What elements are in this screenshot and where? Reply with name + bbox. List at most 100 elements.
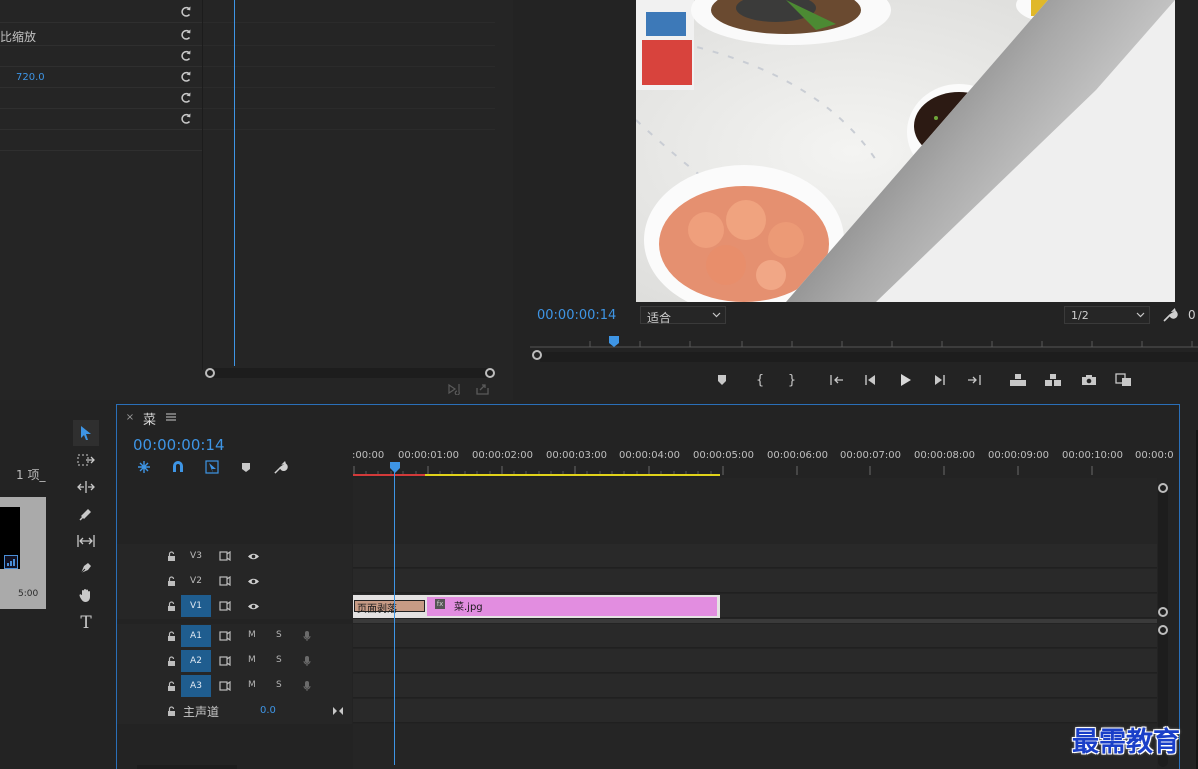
mark-out-icon[interactable]: } (784, 372, 800, 388)
microphone-icon[interactable] (301, 679, 313, 693)
reset-icon[interactable] (178, 48, 194, 64)
effect-property-row[interactable]: 720.0 (0, 67, 202, 88)
microphone-icon[interactable] (301, 654, 313, 668)
master-volume-value[interactable]: 0.0 (260, 705, 276, 716)
track-target-a3[interactable]: A3 (181, 675, 211, 697)
go-to-end-icon[interactable] (331, 704, 345, 718)
snap-magnet-icon[interactable] (169, 459, 187, 475)
horizontal-scrollbar[interactable] (137, 765, 237, 769)
panel-menu-icon[interactable] (165, 412, 177, 422)
lift-icon[interactable] (1008, 372, 1028, 388)
video-audio-divider[interactable] (353, 619, 1157, 623)
effect-property-row[interactable] (0, 2, 202, 23)
track-v2-lane[interactable] (353, 569, 1157, 593)
solo-button[interactable]: S (276, 655, 282, 665)
solo-button[interactable]: S (276, 630, 282, 640)
go-to-out-icon[interactable] (965, 372, 983, 388)
scroll-handle[interactable] (1158, 483, 1168, 493)
eye-icon[interactable] (245, 599, 261, 613)
close-tab-icon[interactable]: × (125, 413, 135, 423)
reset-icon[interactable] (178, 90, 194, 106)
reset-icon[interactable] (178, 27, 194, 43)
step-back-icon[interactable] (862, 372, 878, 388)
track-a1-lane[interactable] (353, 624, 1157, 648)
master-track-lane[interactable] (353, 699, 1157, 723)
effect-property-row[interactable] (0, 88, 202, 109)
effect-property-row[interactable] (0, 46, 202, 67)
program-timecode[interactable]: 00:00:00:14 (537, 308, 616, 323)
sync-lock-icon[interactable] (217, 549, 233, 563)
program-zoom-handle[interactable] (532, 350, 542, 360)
image-clip[interactable]: fx 菜.jpg (427, 597, 717, 616)
microphone-icon[interactable] (301, 629, 313, 643)
razor-tool-icon[interactable] (75, 504, 97, 524)
video-tracks-scrollbar[interactable] (1158, 485, 1168, 613)
extract-icon[interactable] (1043, 372, 1063, 388)
mute-button[interactable]: M (248, 655, 256, 665)
lock-icon[interactable] (165, 549, 177, 563)
sync-lock-icon[interactable] (217, 629, 233, 643)
timeline-settings-wrench-icon[interactable] (271, 458, 289, 476)
scroll-handle[interactable] (1158, 607, 1168, 617)
filter-audio-icon[interactable] (447, 383, 465, 395)
track-target-v3[interactable]: V3 (181, 545, 211, 567)
sync-lock-icon[interactable] (217, 599, 233, 613)
linked-selection-icon[interactable] (203, 459, 221, 475)
page-peel-transition[interactable]: 页面剥落 (354, 600, 425, 615)
reset-icon[interactable] (178, 69, 194, 85)
add-marker-icon[interactable] (714, 372, 730, 388)
zoom-handle-right[interactable] (485, 368, 495, 378)
effect-playhead-line[interactable] (234, 0, 235, 366)
reset-icon[interactable] (178, 4, 194, 20)
step-forward-icon[interactable] (932, 372, 948, 388)
track-target-a1[interactable]: A1 (181, 625, 211, 647)
fit-dropdown[interactable]: 适合 (640, 306, 726, 325)
play-icon[interactable] (897, 371, 915, 389)
program-time-ruler[interactable] (530, 336, 1198, 348)
camera-icon[interactable] (1080, 372, 1098, 388)
ripple-edit-tool-icon[interactable] (75, 477, 97, 497)
sync-lock-icon[interactable] (217, 679, 233, 693)
track-select-tool-icon[interactable] (75, 450, 97, 470)
program-playhead[interactable] (609, 336, 619, 347)
zoom-scrollbar[interactable] (206, 368, 494, 378)
property-value[interactable]: 720.0 (16, 72, 45, 83)
mute-button[interactable]: M (248, 630, 256, 640)
eye-icon[interactable] (245, 549, 261, 563)
eye-icon[interactable] (245, 574, 261, 588)
sync-lock-icon[interactable] (217, 654, 233, 668)
track-target-a2[interactable]: A2 (181, 650, 211, 672)
track-target-v1[interactable]: V1 (181, 595, 211, 617)
lock-icon[interactable] (165, 574, 177, 588)
selection-tool-icon[interactable] (73, 420, 99, 446)
mute-button[interactable]: M (248, 680, 256, 690)
wrench-icon[interactable] (1161, 306, 1179, 324)
resolution-dropdown[interactable]: 1/2 (1064, 306, 1150, 324)
lock-icon[interactable] (165, 654, 177, 668)
program-video-frame[interactable] (636, 0, 1175, 302)
pen-tool-icon[interactable] (75, 558, 97, 578)
lock-icon[interactable] (165, 679, 177, 693)
scroll-handle[interactable] (1158, 625, 1168, 635)
hand-tool-icon[interactable] (75, 585, 97, 605)
slip-tool-icon[interactable] (75, 531, 97, 551)
effect-property-row[interactable]: 比缩放 (0, 25, 202, 46)
reset-icon[interactable] (178, 111, 194, 127)
track-v3-lane[interactable] (353, 544, 1157, 568)
sequence-tab-title[interactable]: 菜 (143, 409, 156, 428)
effect-property-row[interactable] (0, 109, 202, 130)
mark-in-icon[interactable]: { (752, 372, 768, 388)
track-a2-lane[interactable] (353, 649, 1157, 673)
timeline-playhead[interactable] (389, 462, 401, 474)
lock-icon[interactable] (165, 629, 177, 643)
go-to-in-icon[interactable] (828, 372, 846, 388)
lock-icon[interactable] (165, 704, 177, 718)
lock-icon[interactable] (165, 599, 177, 613)
track-a3-lane[interactable] (353, 674, 1157, 698)
sync-lock-icon[interactable] (217, 574, 233, 588)
zoom-handle-left[interactable] (205, 368, 215, 378)
export-icon[interactable] (475, 382, 491, 396)
comparison-view-icon[interactable] (1114, 372, 1134, 388)
solo-button[interactable]: S (276, 680, 282, 690)
add-marker-icon[interactable] (238, 459, 254, 475)
